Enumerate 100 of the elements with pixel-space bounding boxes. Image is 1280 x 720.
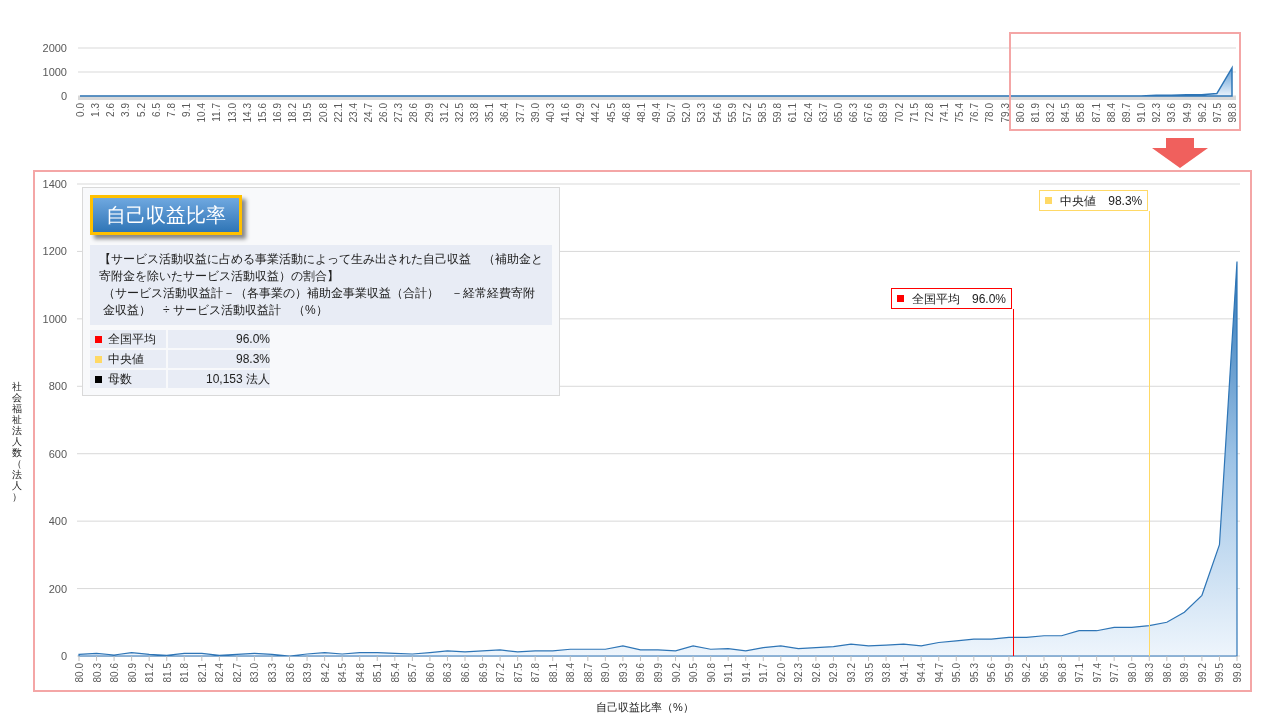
axis-tick-label: 96.8 xyxy=(1056,663,1068,683)
axis-tick-label: 82.4 xyxy=(214,663,226,683)
axis-tick-label: 70.2 xyxy=(893,103,905,123)
axis-tick-label: 7.8 xyxy=(165,103,177,117)
axis-tick-label: 88.4 xyxy=(1105,103,1117,123)
axis-tick-label: 2.6 xyxy=(105,103,117,117)
axis-tick-label: 93.8 xyxy=(881,663,893,683)
marker-label: 中央値 98.3% xyxy=(1060,192,1143,210)
axis-tick-label: 91.4 xyxy=(740,663,752,683)
axis-tick-label: 65.0 xyxy=(832,103,844,123)
axis-tick-label: 98.8 xyxy=(1227,103,1238,123)
axis-tick-label: 88.4 xyxy=(565,663,577,683)
marker-label: 全国平均 96.0% xyxy=(912,290,1006,308)
axis-tick-label: 86.3 xyxy=(442,663,454,683)
axis-tick-label: 94.9 xyxy=(1181,103,1193,123)
axis-tick-label: 90.5 xyxy=(688,663,700,683)
axis-tick-label: 79.3 xyxy=(999,103,1011,123)
axis-tick-label: 88.1 xyxy=(547,663,559,683)
axis-tick-label: 92.3 xyxy=(793,663,805,683)
axis-tick-label: 26.0 xyxy=(378,103,390,123)
axis-tick-label: 89.7 xyxy=(1120,103,1132,123)
legend-label: 全国平均 xyxy=(108,331,156,348)
axis-tick-label: 33.8 xyxy=(469,103,481,123)
axis-tick-label: 22.1 xyxy=(332,103,344,123)
axis-tick-label: 800 xyxy=(48,380,67,393)
axis-tick-label: 27.3 xyxy=(393,103,405,123)
axis-tick-label: 93.2 xyxy=(846,663,857,683)
axis-tick-label: 5.2 xyxy=(135,103,147,117)
axis-tick-label: 67.6 xyxy=(863,103,875,123)
axis-tick-label: 13.0 xyxy=(226,103,238,123)
axis-tick-label: 0 xyxy=(60,90,67,102)
axis-tick-label: 600 xyxy=(48,447,67,460)
axis-tick-label: 92.6 xyxy=(810,663,822,683)
axis-tick-label: 98.3 xyxy=(1144,663,1156,683)
axis-tick-label: 55.9 xyxy=(726,103,738,123)
axis-tick-label: 80.6 xyxy=(109,663,121,683)
axis-tick-label: 0.0 xyxy=(75,103,86,117)
axis-tick-label: 62.4 xyxy=(802,103,814,123)
axis-tick-label: 81.5 xyxy=(161,663,173,683)
axis-tick-label: 91.0 xyxy=(1136,103,1148,123)
axis-tick-label: 90.2 xyxy=(670,663,682,683)
axis-tick-label: 18.2 xyxy=(287,103,299,123)
axis-tick-label: 92.0 xyxy=(775,663,787,683)
axis-tick-label: 81.2 xyxy=(144,663,156,683)
axis-tick-label: 87.1 xyxy=(1090,103,1102,123)
axis-tick-label: 400 xyxy=(48,515,67,528)
axis-tick-label: 97.1 xyxy=(1074,663,1086,683)
y-axis-title: 社会福祉法人数（法人） xyxy=(11,380,22,502)
x-axis-title: 自己収益比率（%） xyxy=(596,700,694,715)
axis-tick-label: 54.6 xyxy=(711,103,723,123)
axis-tick-label: 75.4 xyxy=(954,103,966,123)
axis-tick-label: 89.0 xyxy=(600,663,612,683)
axis-tick-label: 3.9 xyxy=(120,103,132,117)
axis-tick-label: 80.0 xyxy=(74,663,85,683)
axis-tick-label: 46.8 xyxy=(620,103,632,123)
axis-tick-label: 92.3 xyxy=(1151,103,1163,123)
axis-tick-label: 81.8 xyxy=(179,663,191,683)
axis-tick-label: 72.8 xyxy=(923,103,935,123)
axis-tick-label: 91.1 xyxy=(723,663,735,683)
axis-tick-label: 76.7 xyxy=(969,103,981,123)
axis-tick-label: 44.2 xyxy=(590,103,602,123)
axis-tick-label: 83.3 xyxy=(267,663,278,683)
axis-tick-label: 9.1 xyxy=(181,103,193,117)
axis-tick-label: 71.5 xyxy=(908,103,920,123)
axis-tick-label: 87.5 xyxy=(512,663,524,683)
axis-tick-label: 98.6 xyxy=(1161,663,1173,683)
axis-tick-label: 10.4 xyxy=(196,103,208,123)
axis-tick-label: 61.1 xyxy=(787,103,799,123)
axis-tick-label: 96.2 xyxy=(1021,663,1033,683)
axis-tick-label: 97.7 xyxy=(1109,663,1121,683)
axis-tick-label: 95.0 xyxy=(951,663,963,683)
axis-tick-label: 83.9 xyxy=(302,663,314,683)
axis-tick-label: 200 xyxy=(48,582,67,595)
axis-tick-label: 96.5 xyxy=(1039,663,1050,683)
axis-tick-label: 94.7 xyxy=(933,663,945,683)
axis-tick-label: 19.5 xyxy=(302,103,314,123)
legend-label: 中央値 xyxy=(108,351,144,368)
axis-tick-label: 95.3 xyxy=(968,663,980,683)
axis-tick-label: 16.9 xyxy=(272,103,284,123)
axis-tick-label: 74.1 xyxy=(939,103,950,123)
axis-tick-label: 1.3 xyxy=(90,103,102,117)
axis-tick-label: 37.7 xyxy=(514,103,526,123)
axis-tick-label: 42.9 xyxy=(575,103,587,123)
axis-tick-label: 52.0 xyxy=(681,103,693,123)
axis-tick-label: 63.7 xyxy=(817,103,829,123)
axis-tick-label: 20.8 xyxy=(317,103,329,123)
axis-tick-label: 82.1 xyxy=(196,663,208,683)
axis-tick-label: 57.2 xyxy=(741,103,753,123)
axis-tick-label: 93.5 xyxy=(863,663,875,683)
axis-tick-label: 58.5 xyxy=(757,103,769,123)
axis-tick-label: 50.7 xyxy=(666,103,678,123)
axis-tick-label: 1000 xyxy=(42,312,67,325)
axis-tick-label: 29.9 xyxy=(423,103,435,123)
axis-tick-label: 89.3 xyxy=(617,663,629,683)
axis-tick-label: 98.0 xyxy=(1126,663,1138,683)
axis-tick-label: 94.4 xyxy=(916,663,928,683)
axis-tick-label: 87.8 xyxy=(530,663,542,683)
axis-tick-label: 36.4 xyxy=(499,103,511,123)
axis-tick-label: 84.8 xyxy=(354,663,366,683)
axis-tick-label: 78.0 xyxy=(984,103,996,123)
